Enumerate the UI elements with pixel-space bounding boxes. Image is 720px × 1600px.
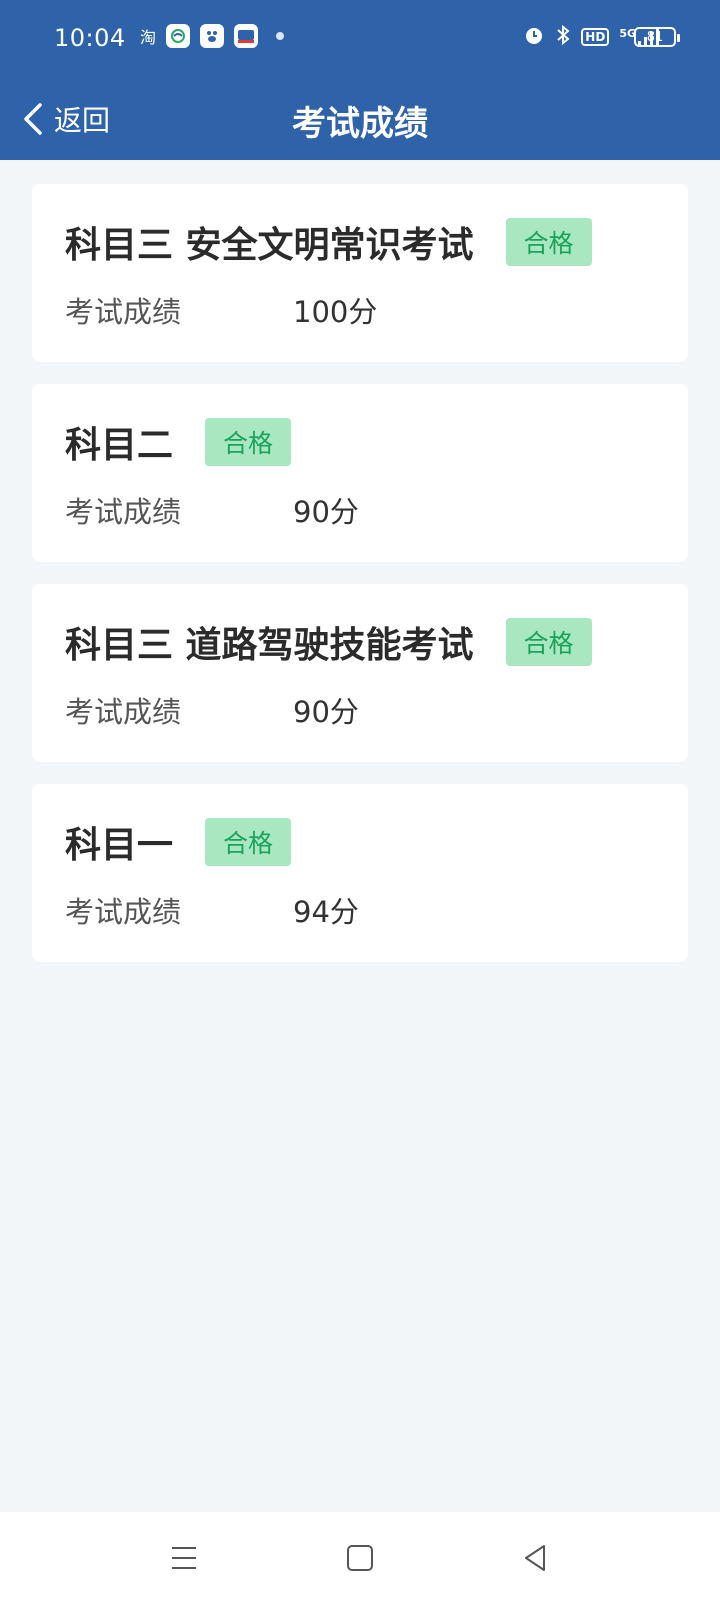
status-badge: 合格 (205, 418, 292, 466)
page-title: 考试成绩 (292, 104, 428, 144)
score-value: 94分 (293, 895, 359, 929)
score-value: 90分 (293, 495, 359, 529)
result-card[interactable]: 科目二 合格 考试成绩 90分 (32, 384, 688, 562)
subject-title: 科目一 (65, 825, 174, 866)
subject-title: 科目三 安全文明常识考试 (65, 225, 474, 266)
status-badge: 合格 (505, 218, 592, 266)
subject-title: 科目三 道路驾驶技能考试 (65, 625, 474, 666)
score-label: 考试成绩 (65, 295, 182, 329)
score-value: 90分 (293, 695, 359, 729)
status-time: 10:04 (54, 24, 126, 52)
subject-title: 科目二 (65, 425, 174, 466)
score-value: 100分 (293, 295, 378, 329)
status-bar: 10:04 淘 HD 5G 81 (0, 18, 720, 62)
back-triangle-icon[interactable] (518, 1540, 554, 1576)
score-label: 考试成绩 (65, 695, 182, 729)
score-label: 考试成绩 (65, 895, 182, 929)
nav-bar: 返回 考试成绩 (0, 80, 720, 160)
result-card[interactable]: 科目三 道路驾驶技能考试 合格 考试成绩 90分 (32, 584, 688, 762)
dot-icon (276, 32, 285, 40)
app-header: 10:04 淘 HD 5G 81 返回 考试成绩 (0, 0, 720, 160)
ticket-app-icon (234, 24, 259, 48)
status-badge: 合格 (205, 818, 292, 866)
hd-icon: HD (581, 28, 610, 46)
system-navigation-bar (0, 1512, 720, 1600)
battery-icon: 81 (634, 27, 680, 47)
home-icon[interactable] (342, 1540, 378, 1576)
baidu-icon (200, 24, 225, 48)
notification-icons: 淘 (140, 24, 285, 48)
china-mobile-icon (166, 24, 191, 48)
menu-icon[interactable] (166, 1540, 202, 1576)
results-list: 科目三 安全文明常识考试 合格 考试成绩 100分 科目二 合格 考试成绩 90… (32, 184, 688, 984)
taobao-icon: 淘 (140, 28, 157, 47)
status-badge: 合格 (505, 618, 592, 666)
bluetooth-icon (555, 24, 571, 50)
result-card[interactable]: 科目一 合格 考试成绩 94分 (32, 784, 688, 962)
alarm-icon (523, 24, 545, 50)
score-label: 考试成绩 (65, 495, 182, 529)
result-card[interactable]: 科目三 安全文明常识考试 合格 考试成绩 100分 (32, 184, 688, 362)
